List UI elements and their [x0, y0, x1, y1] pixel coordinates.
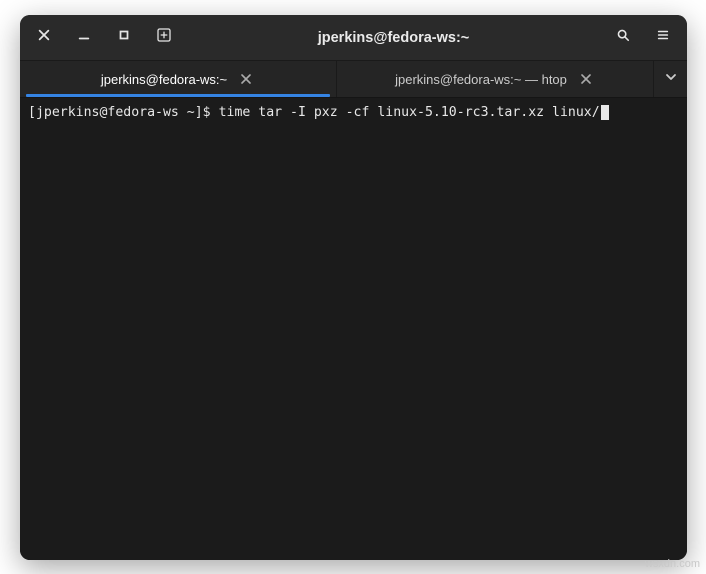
- window-title: jperkins@fedora-ws:~: [186, 30, 601, 46]
- close-icon: [581, 72, 591, 87]
- close-icon: [37, 28, 51, 47]
- terminal-window: jperkins@fedora-ws:~ jperkins@fedora-ws:…: [20, 15, 687, 560]
- maximize-icon: [117, 28, 131, 47]
- tab-close-button[interactable]: [237, 70, 255, 88]
- minimize-icon: [77, 28, 91, 47]
- chevron-down-icon: [665, 70, 677, 88]
- titlebar-right-group: [605, 21, 681, 55]
- titlebar: jperkins@fedora-ws:~: [20, 15, 687, 61]
- search-icon: [616, 28, 630, 47]
- new-tab-icon: [156, 27, 172, 48]
- maximize-window-button[interactable]: [106, 21, 142, 55]
- tab-dropdown-button[interactable]: [653, 61, 687, 97]
- tabbar: jperkins@fedora-ws:~ jperkins@fedora-ws:…: [20, 61, 687, 98]
- menu-button[interactable]: [645, 21, 681, 55]
- hamburger-icon: [656, 28, 670, 47]
- terminal[interactable]: [jperkins@fedora-ws ~]$ time tar -I pxz …: [20, 98, 687, 560]
- tab-label: jperkins@fedora-ws:~ — htop: [395, 72, 567, 87]
- search-button[interactable]: [605, 21, 641, 55]
- minimize-window-button[interactable]: [66, 21, 102, 55]
- close-icon: [241, 72, 251, 87]
- terminal-cursor: [601, 105, 609, 120]
- terminal-command: time tar -I pxz -cf linux-5.10-rc3.tar.x…: [219, 105, 600, 120]
- tab-label: jperkins@fedora-ws:~: [101, 72, 227, 87]
- new-tab-button[interactable]: [146, 21, 182, 55]
- terminal-prompt: [jperkins@fedora-ws ~]$: [28, 105, 219, 120]
- tab-2[interactable]: jperkins@fedora-ws:~ — htop: [336, 61, 653, 97]
- terminal-line: [jperkins@fedora-ws ~]$ time tar -I pxz …: [28, 104, 679, 122]
- close-window-button[interactable]: [26, 21, 62, 55]
- tab-1[interactable]: jperkins@fedora-ws:~: [20, 61, 336, 97]
- watermark: wsxdn.com: [645, 558, 700, 570]
- tab-close-button[interactable]: [577, 70, 595, 88]
